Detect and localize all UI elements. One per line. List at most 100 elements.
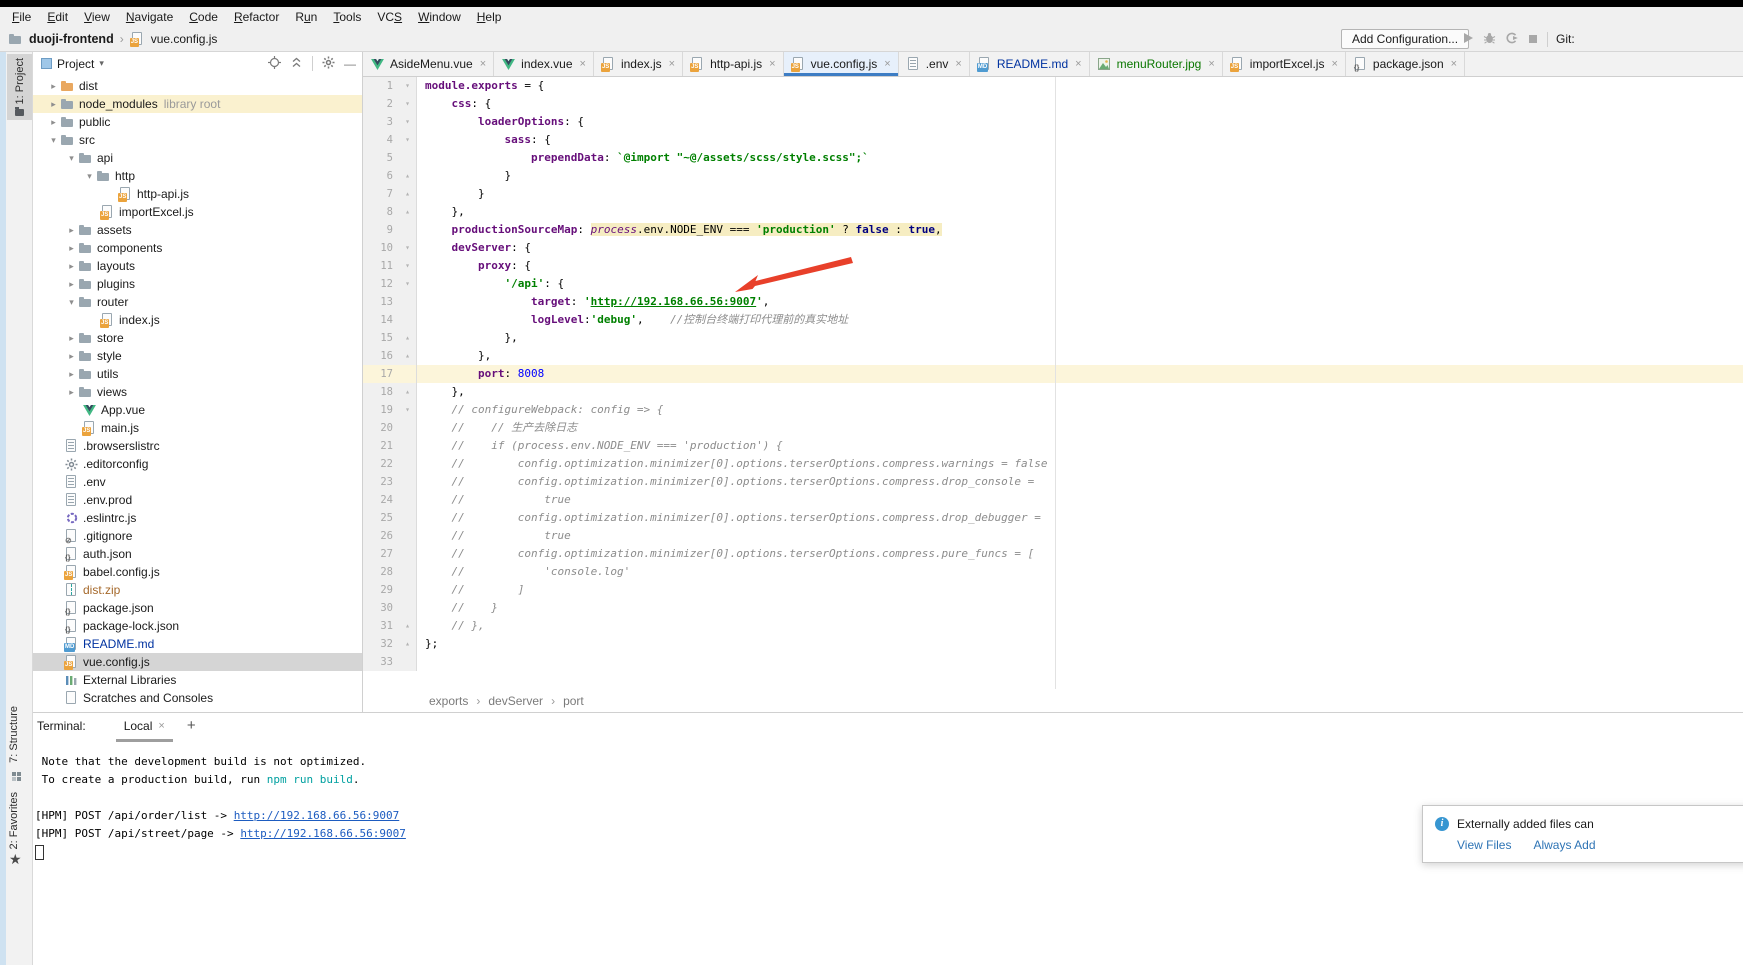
tree-item-http[interactable]: ▾http: [33, 167, 362, 185]
fold-marker[interactable]: ▾: [399, 131, 417, 149]
tree-item-auth-json[interactable]: {}auth.json: [33, 545, 362, 563]
code-line-5[interactable]: 5 prependData: `@import "~@/assets/scss/…: [363, 149, 1743, 167]
code-line-30[interactable]: 30 // }: [363, 599, 1743, 617]
code-line-27[interactable]: 27 // config.optimization.minimizer[0].o…: [363, 545, 1743, 563]
tree-item-assets[interactable]: ▸assets: [33, 221, 362, 239]
run-with-coverage-icon[interactable]: [1505, 31, 1519, 49]
close-icon[interactable]: ×: [158, 720, 164, 732]
code-line-6[interactable]: 6▴ }: [363, 167, 1743, 185]
collapse-all-icon[interactable]: [290, 56, 303, 72]
tree-item-package-lock-json[interactable]: {}package-lock.json: [33, 617, 362, 635]
code-line-13[interactable]: 13 target: 'http://192.168.66.56:9007',: [363, 293, 1743, 311]
code-line-19[interactable]: 19▾ // configureWebpack: config => {: [363, 401, 1743, 419]
code-line-31[interactable]: 31▴ // },: [363, 617, 1743, 635]
tree-item-main-js[interactable]: JSmain.js: [33, 419, 362, 437]
tree-item-api[interactable]: ▾api: [33, 149, 362, 167]
menu-edit[interactable]: Edit: [39, 7, 76, 27]
menu-run[interactable]: Run: [287, 7, 325, 27]
tree-item-importexcel-js[interactable]: JSimportExcel.js: [33, 203, 362, 221]
code-line-12[interactable]: 12▾ '/api': {: [363, 275, 1743, 293]
tree-item-layouts[interactable]: ▸layouts: [33, 257, 362, 275]
code-line-15[interactable]: 15▴ },: [363, 329, 1743, 347]
code-line-17[interactable]: 17 port: 8008: [363, 365, 1743, 383]
tree-item-external-libraries[interactable]: External Libraries: [33, 671, 362, 689]
tree-item-src[interactable]: ▾src: [33, 131, 362, 149]
close-icon[interactable]: ×: [769, 58, 775, 70]
tree-item-components[interactable]: ▸components: [33, 239, 362, 257]
breadcrumb-port[interactable]: port: [563, 694, 584, 708]
tree-item-browserslistrc[interactable]: .browserslistrc: [33, 437, 362, 455]
fold-marker[interactable]: ▴: [399, 167, 417, 185]
editor-tab-asidemenu-vue[interactable]: AsideMenu.vue×: [363, 52, 494, 76]
chevron-collapsed-icon[interactable]: ▸: [65, 279, 78, 290]
menu-help[interactable]: Help: [469, 7, 510, 27]
tree-item-plugins[interactable]: ▸plugins: [33, 275, 362, 293]
tree-item-env[interactable]: .env: [33, 473, 362, 491]
fold-marker[interactable]: ▾: [399, 275, 417, 293]
menu-vcs[interactable]: VCS: [369, 7, 410, 27]
code-line-20[interactable]: 20 // // 生产去除日志: [363, 419, 1743, 437]
tree-item-readme-md[interactable]: MDREADME.md: [33, 635, 362, 653]
code-line-3[interactable]: 3▾ loaderOptions: {: [363, 113, 1743, 131]
close-icon[interactable]: ×: [955, 58, 961, 70]
chevron-collapsed-icon[interactable]: ▸: [47, 117, 60, 128]
editor-tab-package-json[interactable]: {}package.json×: [1346, 52, 1465, 76]
tree-item-dist[interactable]: ▸dist: [33, 77, 362, 95]
toolwindow-tab-structure[interactable]: 7: Structure: [8, 700, 20, 768]
fold-marker[interactable]: ▾: [399, 113, 417, 131]
tree-item-public[interactable]: ▸public: [33, 113, 362, 131]
tree-item-scratches-and-consoles[interactable]: Scratches and Consoles: [33, 689, 362, 707]
tree-item-babel-config-js[interactable]: JSbabel.config.js: [33, 563, 362, 581]
editor-tab-env[interactable]: .env×: [899, 52, 970, 76]
tree-item-dist-zip[interactable]: dist.zip: [33, 581, 362, 599]
code-line-14[interactable]: 14 logLevel:'debug', //控制台终端打印代理前的真实地址: [363, 311, 1743, 329]
editor-tab-index-vue[interactable]: index.vue×: [494, 52, 594, 76]
tree-item-editorconfig[interactable]: .editorconfig: [33, 455, 362, 473]
close-icon[interactable]: ×: [884, 58, 890, 70]
code-line-28[interactable]: 28 // 'console.log': [363, 563, 1743, 581]
tree-item-router[interactable]: ▾router: [33, 293, 362, 311]
fold-marker[interactable]: ▴: [399, 635, 417, 653]
tree-item-store[interactable]: ▸store: [33, 329, 362, 347]
menu-tools[interactable]: Tools: [325, 7, 369, 27]
fold-marker[interactable]: ▾: [399, 401, 417, 419]
close-icon[interactable]: ×: [480, 58, 486, 70]
tree-item-node-modules[interactable]: ▸node_moduleslibrary root: [33, 95, 362, 113]
code-line-7[interactable]: 7▴ }: [363, 185, 1743, 203]
code-line-23[interactable]: 23 // config.optimization.minimizer[0].o…: [363, 473, 1743, 491]
fold-marker[interactable]: ▾: [399, 95, 417, 113]
tree-item-env-prod[interactable]: .env.prod: [33, 491, 362, 509]
view-files-link[interactable]: View Files: [1457, 838, 1511, 852]
terminal-tab-local[interactable]: Local ×: [116, 713, 173, 742]
chevron-collapsed-icon[interactable]: ▸: [65, 225, 78, 236]
menu-view[interactable]: View: [76, 7, 118, 27]
chevron-expanded-icon[interactable]: ▾: [83, 171, 96, 182]
editor-tab-readme-md[interactable]: MDREADME.md×: [970, 52, 1090, 76]
close-icon[interactable]: ×: [1075, 58, 1081, 70]
fold-marker[interactable]: ▴: [399, 185, 417, 203]
code-editor[interactable]: 1▾module.exports = {2▾ css: {3▾ loaderOp…: [363, 77, 1743, 689]
tree-item-views[interactable]: ▸views: [33, 383, 362, 401]
terminal-link[interactable]: http://192.168.66.56:9007: [234, 809, 400, 822]
tree-item-vue-config-js[interactable]: JSvue.config.js: [33, 653, 362, 671]
code-line-2[interactable]: 2▾ css: {: [363, 95, 1743, 113]
code-line-11[interactable]: 11▾ proxy: {: [363, 257, 1743, 275]
code-line-29[interactable]: 29 // ]: [363, 581, 1743, 599]
menu-refactor[interactable]: Refactor: [226, 7, 287, 27]
code-line-22[interactable]: 22 // config.optimization.minimizer[0].o…: [363, 455, 1743, 473]
stop-icon[interactable]: [1528, 31, 1538, 49]
tree-item-utils[interactable]: ▸utils: [33, 365, 362, 383]
menu-file[interactable]: File: [4, 7, 39, 27]
editor-tab-importexcel-js[interactable]: JSimportExcel.js×: [1223, 52, 1346, 76]
chevron-collapsed-icon[interactable]: ▸: [47, 99, 60, 110]
fold-marker[interactable]: ▾: [399, 257, 417, 275]
breadcrumb-file[interactable]: vue.config.js: [151, 32, 218, 46]
terminal-link[interactable]: http://192.168.66.56:9007: [240, 827, 406, 840]
editor-tab-vue-config-js[interactable]: JSvue.config.js×: [784, 52, 899, 76]
tree-item-package-json[interactable]: {}package.json: [33, 599, 362, 617]
hide-panel-icon[interactable]: —: [344, 59, 356, 69]
close-icon[interactable]: ×: [1208, 58, 1214, 70]
fold-marker[interactable]: ▴: [399, 383, 417, 401]
chevron-collapsed-icon[interactable]: ▸: [65, 351, 78, 362]
code-line-4[interactable]: 4▾ sass: {: [363, 131, 1743, 149]
